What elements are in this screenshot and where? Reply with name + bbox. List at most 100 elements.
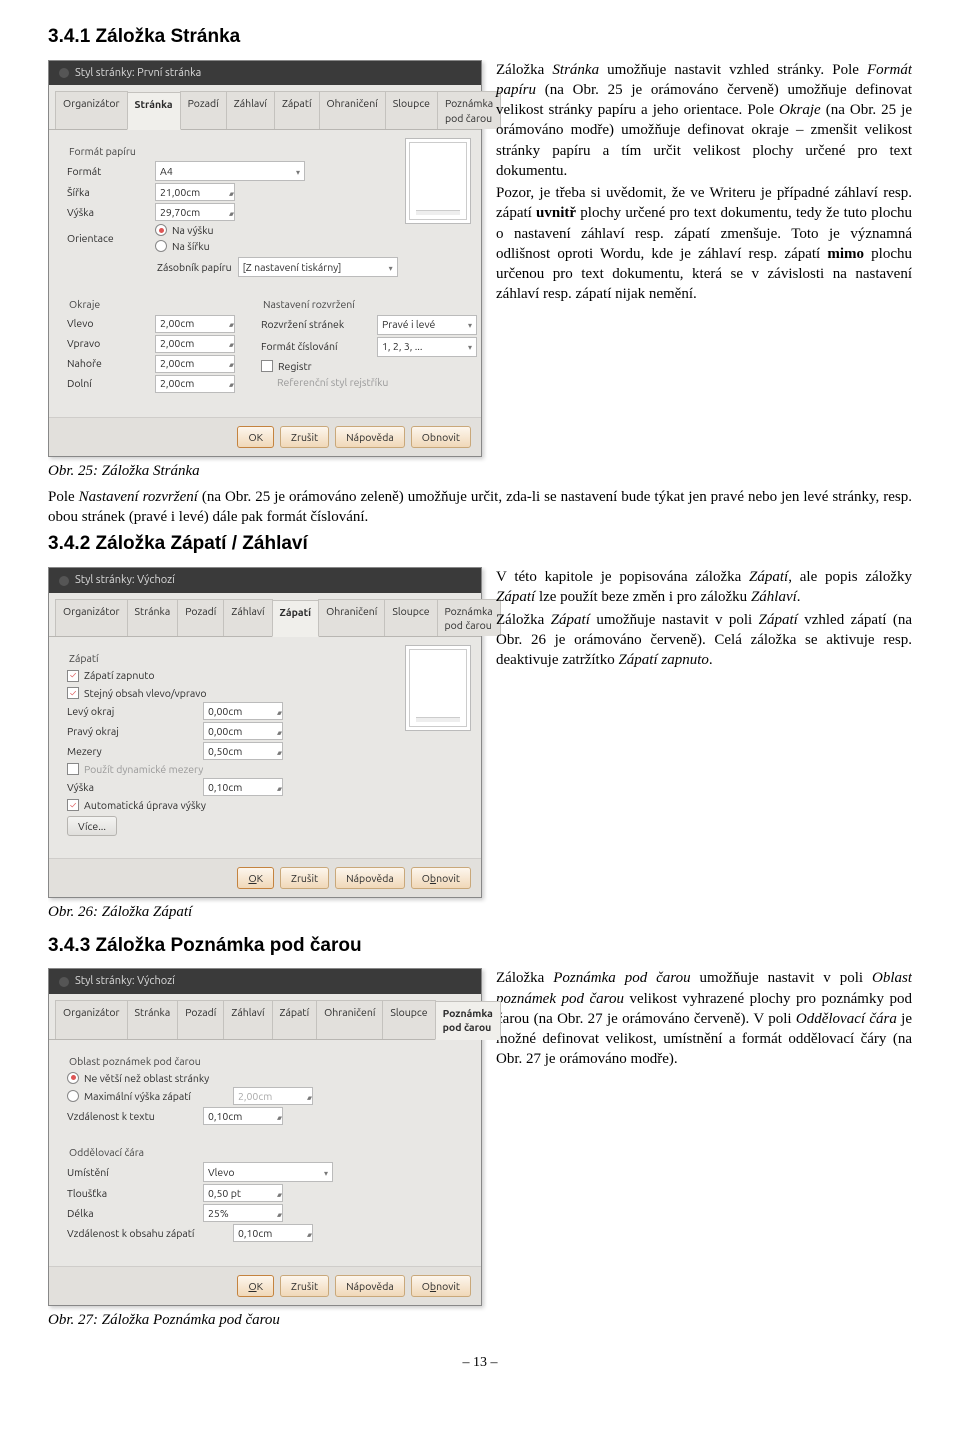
tab-poznamka[interactable]: Poznámka pod čarou	[437, 91, 501, 128]
spin-delka[interactable]: 25%	[203, 1204, 283, 1222]
label-vpravo: Vpravo	[67, 336, 149, 350]
ok-button[interactable]: OK	[237, 426, 274, 448]
close-icon[interactable]	[59, 576, 69, 586]
check-registr[interactable]: Registr	[261, 359, 477, 373]
tab-ohraniceni[interactable]: Ohraničení	[316, 1000, 383, 1038]
combo-rozvrzeni[interactable]: Pravé i levé	[377, 315, 477, 335]
tab-zapati[interactable]: Zápatí	[274, 91, 320, 128]
tab-poznamka[interactable]: Poznámka pod čarou	[435, 1001, 501, 1039]
cancel-button[interactable]: Zrušit	[280, 426, 329, 448]
tab-strip: Organizátor Stránka Pozadí Záhlaví Zápat…	[49, 85, 481, 129]
label-vyska: Výška	[67, 780, 197, 794]
tab-organizator[interactable]: Organizátor	[55, 599, 128, 636]
reset-button[interactable]: Obnovit	[411, 426, 471, 448]
spin-levy-okraj[interactable]: 0,00cm	[203, 702, 283, 720]
spin-nahore[interactable]: 2,00cm	[155, 355, 235, 373]
spin-vlevo[interactable]: 2,00cm	[155, 315, 235, 333]
spin-sirka[interactable]: 21,00cm	[155, 183, 235, 201]
combo-cislovani[interactable]: 1, 2, 3, ...	[377, 337, 477, 357]
label-pravy-okraj: Pravý okraj	[67, 724, 197, 738]
tab-sloupce[interactable]: Sloupce	[384, 599, 437, 636]
tab-sloupce[interactable]: Sloupce	[382, 1000, 435, 1038]
dialog-titlebar: Styl stránky: První stránka	[49, 61, 481, 86]
label-delka: Délka	[67, 1206, 197, 1220]
dialog-title: Styl stránky: Výchozí	[75, 974, 175, 989]
ok-button[interactable]: OK	[237, 867, 274, 889]
spin-mezery[interactable]: 0,50cm	[203, 742, 283, 760]
label-levy-okraj: Levý okraj	[67, 704, 197, 718]
check-dynamicke[interactable]: Použít dynamické mezery	[67, 762, 463, 776]
check-autovyska[interactable]: Automatická úprava výšky	[67, 798, 463, 812]
help-button[interactable]: Nápověda	[335, 1275, 405, 1297]
page-number: – 13 –	[48, 1354, 912, 1373]
tab-ohraniceni[interactable]: Ohraničení	[318, 599, 385, 636]
group-title: Formát papíru	[67, 144, 463, 158]
radio-na-vysku[interactable]: Na výšku	[155, 223, 214, 237]
tab-stranka[interactable]: Stránka	[127, 92, 181, 129]
label-umisteni: Umístění	[67, 1165, 197, 1179]
cancel-button[interactable]: Zrušit	[280, 867, 329, 889]
tab-zahlavi[interactable]: Záhlaví	[226, 91, 275, 128]
heading-341: 3.4.1 Záložka Stránka	[48, 24, 912, 50]
spin-vzdalenost-obsah[interactable]: 0,10cm	[233, 1224, 313, 1242]
dialog-title: Styl stránky: Výchozí	[75, 573, 175, 588]
tab-zahlavi[interactable]: Záhlaví	[223, 1000, 272, 1038]
heading-343: 3.4.3 Záložka Poznámka pod čarou	[48, 933, 912, 959]
figure-caption-27: Obr. 27: Záložka Poznámka pod čarou	[48, 1310, 482, 1330]
combo-format[interactable]: A4	[155, 161, 305, 181]
tab-ohraniceni[interactable]: Ohraničení	[319, 91, 386, 128]
group-oddelovaci-cara: Oddělovací čára UmístěníVlevo Tloušťka0,…	[59, 1139, 471, 1250]
radio-na-sirku[interactable]: Na šířku	[155, 239, 214, 253]
tab-strip: Organizátor Stránka Pozadí Záhlaví Zápat…	[49, 994, 481, 1039]
tab-stranka[interactable]: Stránka	[127, 1000, 179, 1038]
spin-dolni[interactable]: 2,00cm	[155, 375, 235, 393]
tab-zapati[interactable]: Zápatí	[272, 1000, 318, 1038]
figure-26: Styl stránky: Výchozí Organizátor Stránk…	[48, 567, 482, 923]
help-button[interactable]: Nápověda	[335, 426, 405, 448]
ok-button[interactable]: OK	[237, 1275, 274, 1297]
cancel-button[interactable]: Zrušit	[280, 1275, 329, 1297]
help-button[interactable]: Nápověda	[335, 867, 405, 889]
spin-vyska[interactable]: 29,70cm	[155, 203, 235, 221]
check-zapati-zapnuto[interactable]: Zápatí zapnuto	[67, 668, 397, 682]
radio-max-vyska[interactable]: Maximální výška zápatí	[67, 1089, 227, 1103]
label-zasobnik: Zásobník papíru	[157, 260, 232, 274]
tab-sloupce[interactable]: Sloupce	[385, 91, 438, 128]
dialog-title: Styl stránky: První stránka	[75, 66, 201, 81]
combo-umisteni[interactable]: Vlevo	[203, 1162, 333, 1182]
close-icon[interactable]	[59, 68, 69, 78]
combo-zasobnik[interactable]: [Z nastavení tiskárny]	[238, 257, 398, 277]
tab-pozadi[interactable]: Pozadí	[177, 1000, 224, 1038]
tab-zapati[interactable]: Zápatí	[272, 600, 320, 637]
dialog-button-bar: OK Zrušit Nápověda Obnovit	[49, 417, 481, 456]
more-button[interactable]: Více...	[67, 816, 117, 836]
spin-vyska[interactable]: 0,10cm	[203, 778, 283, 796]
tab-stranka[interactable]: Stránka	[127, 599, 179, 636]
reset-button[interactable]: Obnovit	[411, 867, 471, 889]
label-sirka: Šířka	[67, 185, 149, 199]
check-stejny-obsah[interactable]: Stejný obsah vlevo/vpravo	[67, 686, 397, 700]
tab-organizator[interactable]: Organizátor	[55, 1000, 128, 1038]
spin-vzdalenost-text[interactable]: 0,10cm	[203, 1107, 283, 1125]
group-zapati: Zápatí Zápatí zapnuto Stejný obsah vlevo…	[59, 645, 471, 842]
radio-ne-vetsi[interactable]: Ne větší než oblast stránky	[67, 1071, 463, 1085]
label-rozvrzeni: Rozvržení stránek	[261, 317, 371, 331]
group-oblast-poznamek: Oblast poznámek pod čarou Ne větší než o…	[59, 1048, 471, 1133]
label-mezery: Mezery	[67, 744, 197, 758]
close-icon[interactable]	[59, 977, 69, 987]
spin-max-vyska[interactable]: 2,00cm	[233, 1087, 313, 1105]
spin-tloustka[interactable]: 0,50 pt	[203, 1184, 283, 1202]
figure-27: Styl stránky: Výchozí Organizátor Stránk…	[48, 968, 482, 1330]
tab-pozadi[interactable]: Pozadí	[177, 599, 224, 636]
spin-vpravo[interactable]: 2,00cm	[155, 335, 235, 353]
tab-poznamka[interactable]: Poznámka pod čarou	[437, 599, 501, 636]
dialog-page-style-poznamka: Styl stránky: Výchozí Organizátor Stránk…	[48, 968, 482, 1306]
tab-pozadi[interactable]: Pozadí	[180, 91, 227, 128]
label-nahore: Nahoře	[67, 356, 149, 370]
label-orientace: Orientace	[67, 231, 149, 245]
figure-caption-26: Obr. 26: Záložka Zápatí	[48, 902, 482, 922]
tab-organizator[interactable]: Organizátor	[55, 91, 128, 128]
spin-pravy-okraj[interactable]: 0,00cm	[203, 722, 283, 740]
tab-zahlavi[interactable]: Záhlaví	[223, 599, 272, 636]
reset-button[interactable]: Obnovit	[411, 1275, 471, 1297]
